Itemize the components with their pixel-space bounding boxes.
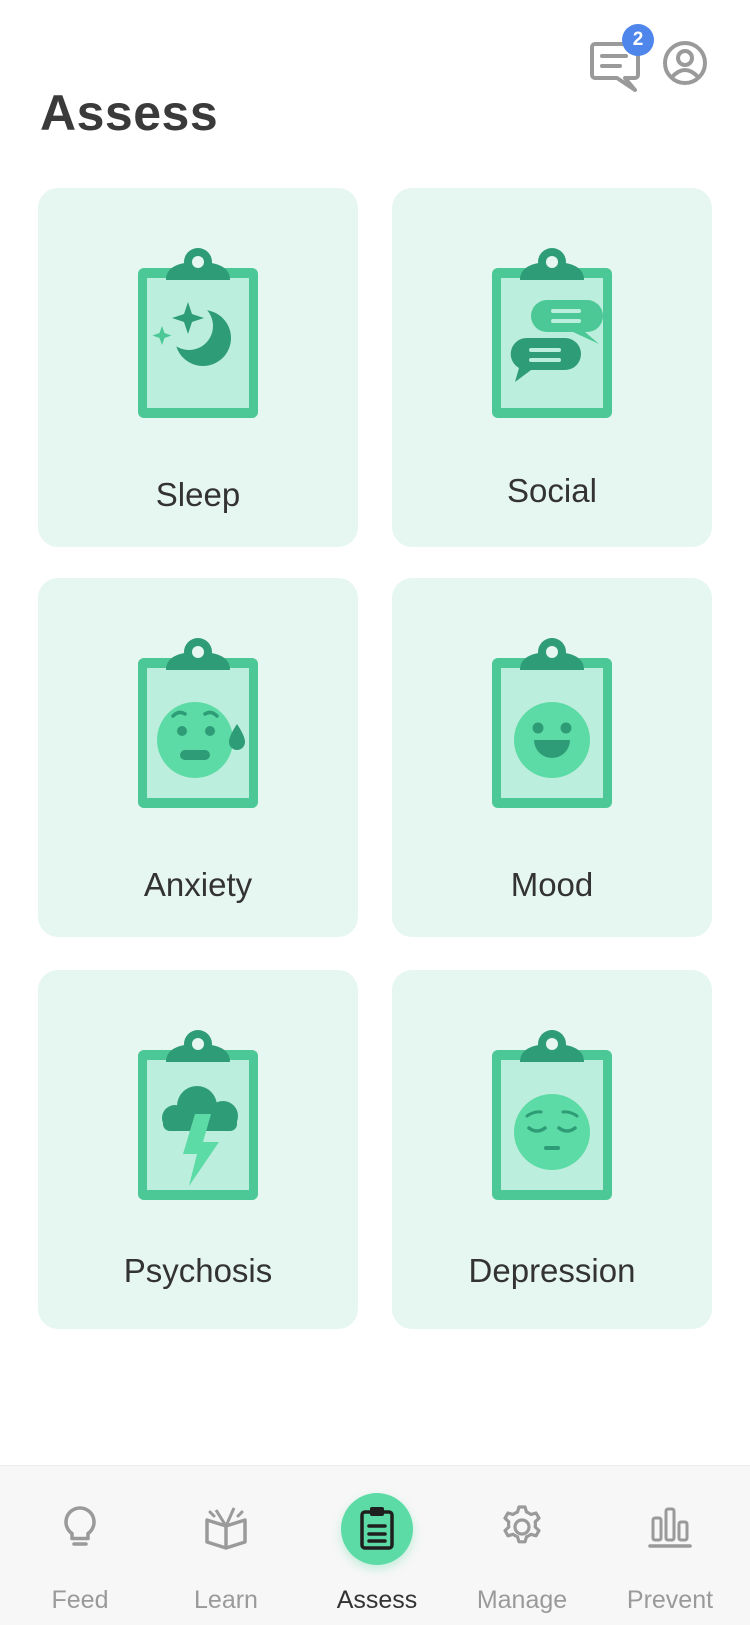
nav-label: Manage — [476, 1586, 568, 1614]
card-anxiety[interactable]: Anxiety — [38, 578, 358, 937]
profile-icon[interactable] — [662, 40, 708, 86]
clipboard-icon — [360, 1507, 394, 1550]
card-label: Mood — [510, 866, 594, 903]
social-clipboard-icon — [492, 248, 612, 418]
psychosis-clipboard-icon — [138, 1030, 258, 1200]
card-depression[interactable]: Depression — [392, 970, 712, 1329]
gear-icon — [503, 1505, 541, 1544]
card-social[interactable]: Social — [392, 188, 712, 547]
nav-label: Assess — [336, 1586, 418, 1614]
depression-clipboard-icon — [492, 1030, 612, 1200]
card-mood[interactable]: Mood — [392, 578, 712, 937]
card-label: Sleep — [155, 476, 241, 513]
nav-item-learn[interactable]: Learn — [151, 1466, 301, 1625]
lightbulb-icon — [64, 1506, 96, 1546]
nav-item-manage[interactable]: Manage — [447, 1466, 597, 1625]
sleep-clipboard-icon — [138, 248, 258, 418]
nav-label: Prevent — [626, 1586, 714, 1614]
bar-chart-icon — [648, 1507, 692, 1548]
page-title: Assess — [40, 85, 219, 141]
mood-clipboard-icon — [492, 638, 612, 808]
card-label: Depression — [468, 1252, 636, 1289]
card-label: Psychosis — [123, 1252, 273, 1289]
notification-badge[interactable]: 2 — [622, 24, 654, 56]
nav-label: Learn — [194, 1586, 258, 1614]
nav-item-feed[interactable]: Feed — [5, 1466, 155, 1625]
card-label: Social — [507, 472, 597, 509]
nav-label: Feed — [51, 1586, 109, 1614]
anxiety-clipboard-icon — [138, 638, 258, 808]
nav-item-assess[interactable]: Assess — [302, 1466, 452, 1625]
open-book-icon — [205, 1507, 247, 1550]
card-psychosis[interactable]: Psychosis — [38, 970, 358, 1329]
card-sleep[interactable]: Sleep — [38, 188, 358, 547]
bottom-nav: Feed Learn Assess Manage Prevent — [0, 1465, 750, 1625]
card-label: Anxiety — [143, 866, 253, 903]
nav-item-prevent[interactable]: Prevent — [595, 1466, 745, 1625]
